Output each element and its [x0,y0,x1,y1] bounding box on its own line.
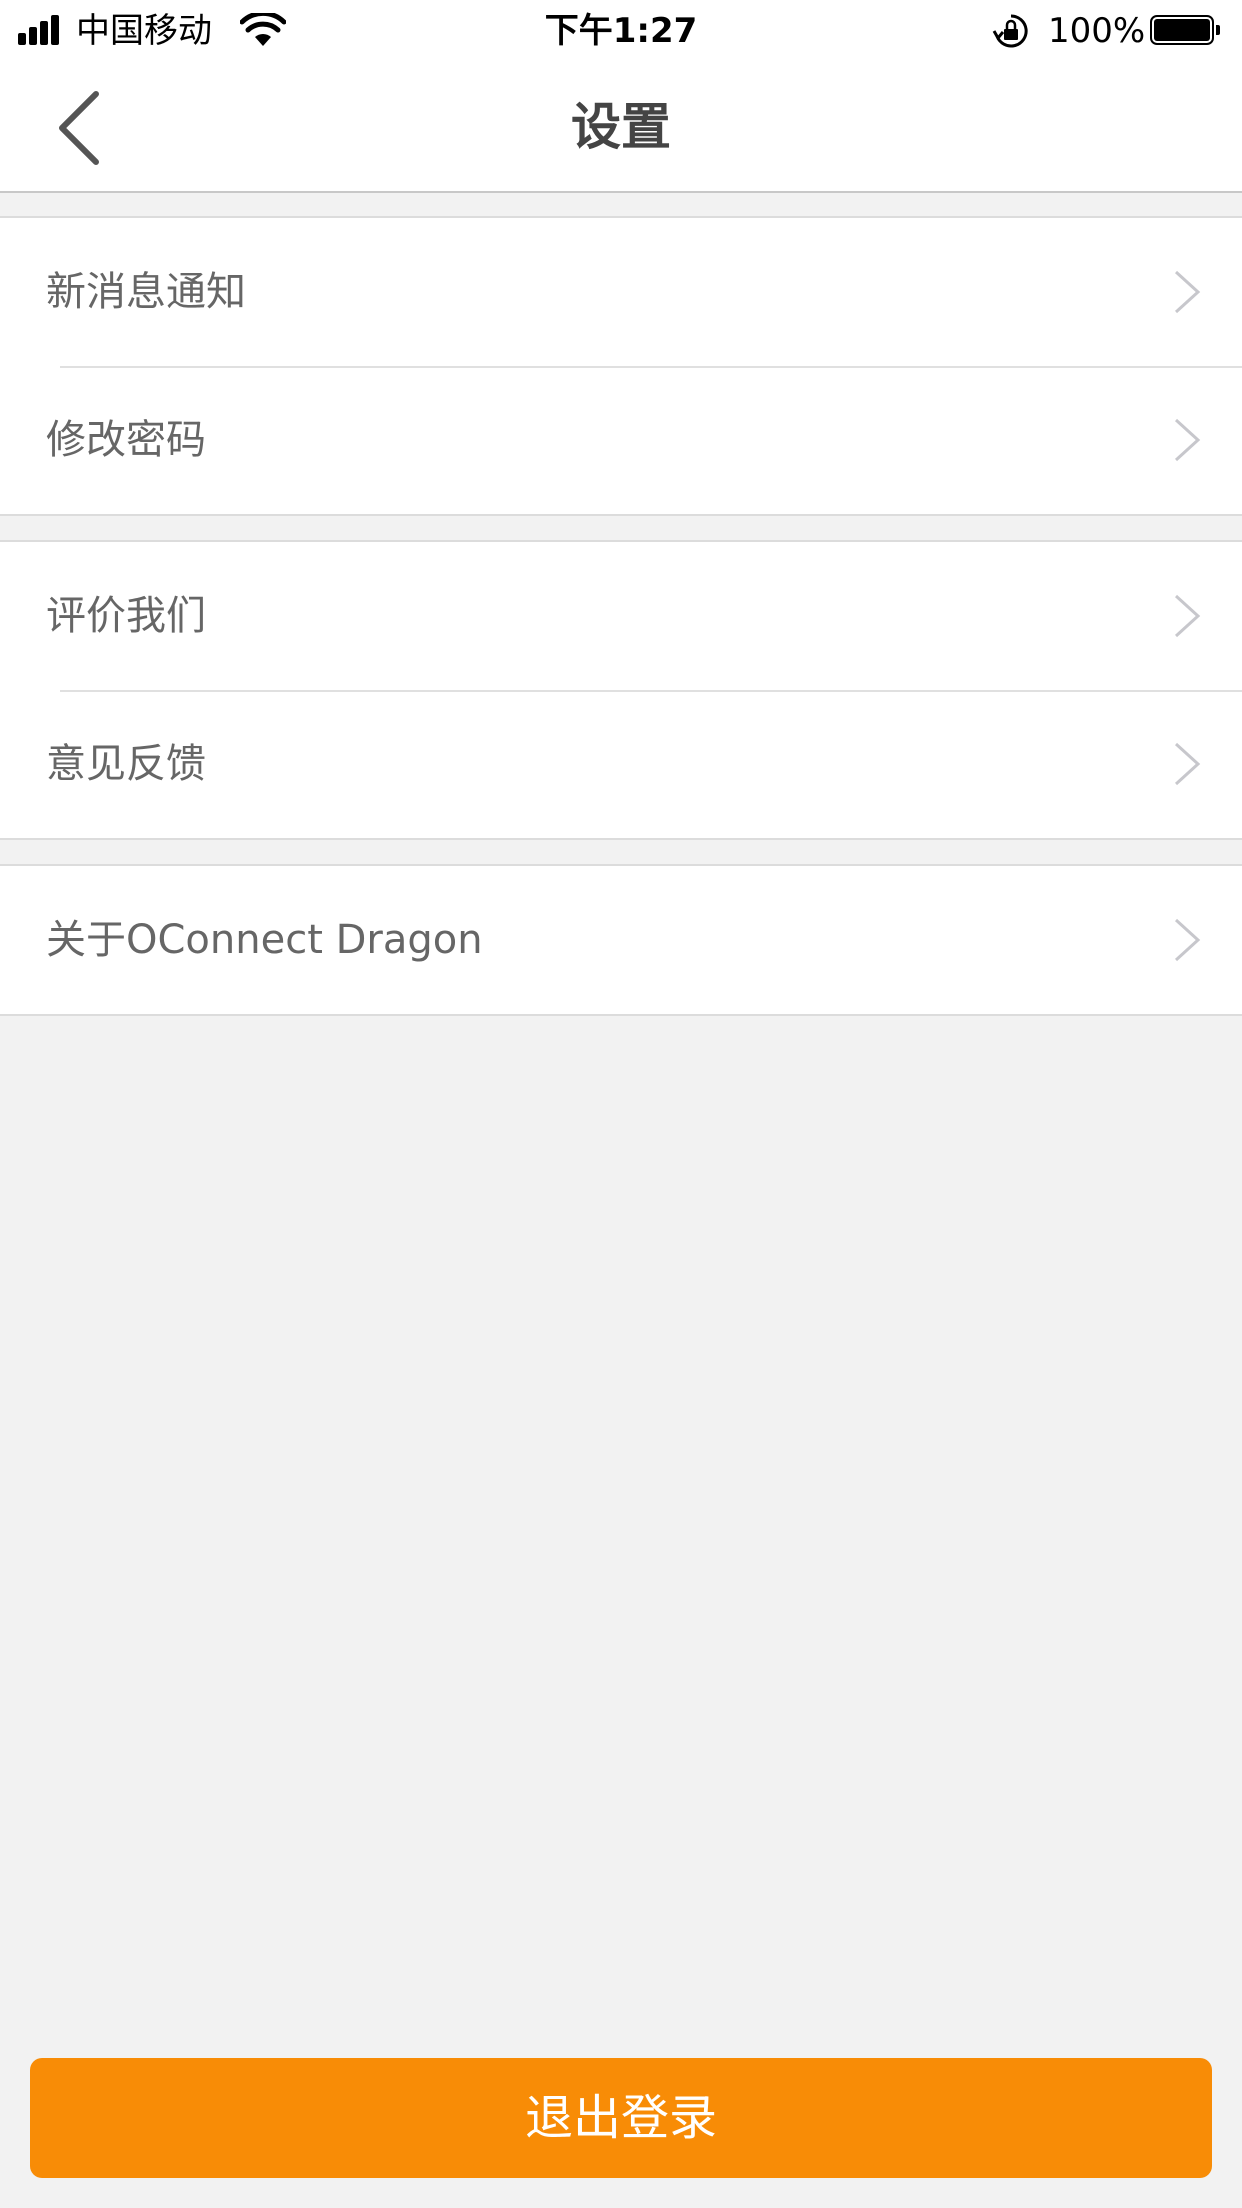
battery-percentage: 100% [1048,11,1146,51]
settings-item-label: 修改密码 [46,417,206,463]
settings-item-change-password[interactable]: 修改密码 [0,366,1242,514]
settings-item-about[interactable]: 关于OConnect Dragon [0,866,1242,1014]
settings-item-label: 新消息通知 [46,269,246,315]
page-title: 设置 [571,98,671,156]
battery-icon [1150,15,1222,47]
settings-item-rate-us[interactable]: 评价我们 [0,542,1242,690]
settings-group-feedback: 评价我们 意见反馈 [0,540,1242,840]
status-bar: 中国移动 下午1:27 100% [0,0,1242,62]
settings-group-about: 关于OConnect Dragon [0,864,1242,1016]
chevron-right-icon [1174,742,1201,786]
logout-button[interactable]: 退出登录 [30,2058,1212,2178]
settings-group-account: 新消息通知 修改密码 [0,216,1242,516]
settings-item-label: 评价我们 [46,593,206,639]
rotation-lock-icon [992,14,1028,48]
chevron-right-icon [1174,418,1201,462]
settings-item-label: 意见反馈 [46,741,206,787]
settings-item-feedback[interactable]: 意见反馈 [0,690,1242,838]
settings-item-label: 关于OConnect Dragon [46,917,483,963]
chevron-right-icon [1174,594,1201,638]
chevron-right-icon [1174,918,1201,962]
navigation-bar: 设置 [0,62,1242,193]
settings-item-notifications[interactable]: 新消息通知 [0,218,1242,366]
chevron-right-icon [1174,270,1201,314]
